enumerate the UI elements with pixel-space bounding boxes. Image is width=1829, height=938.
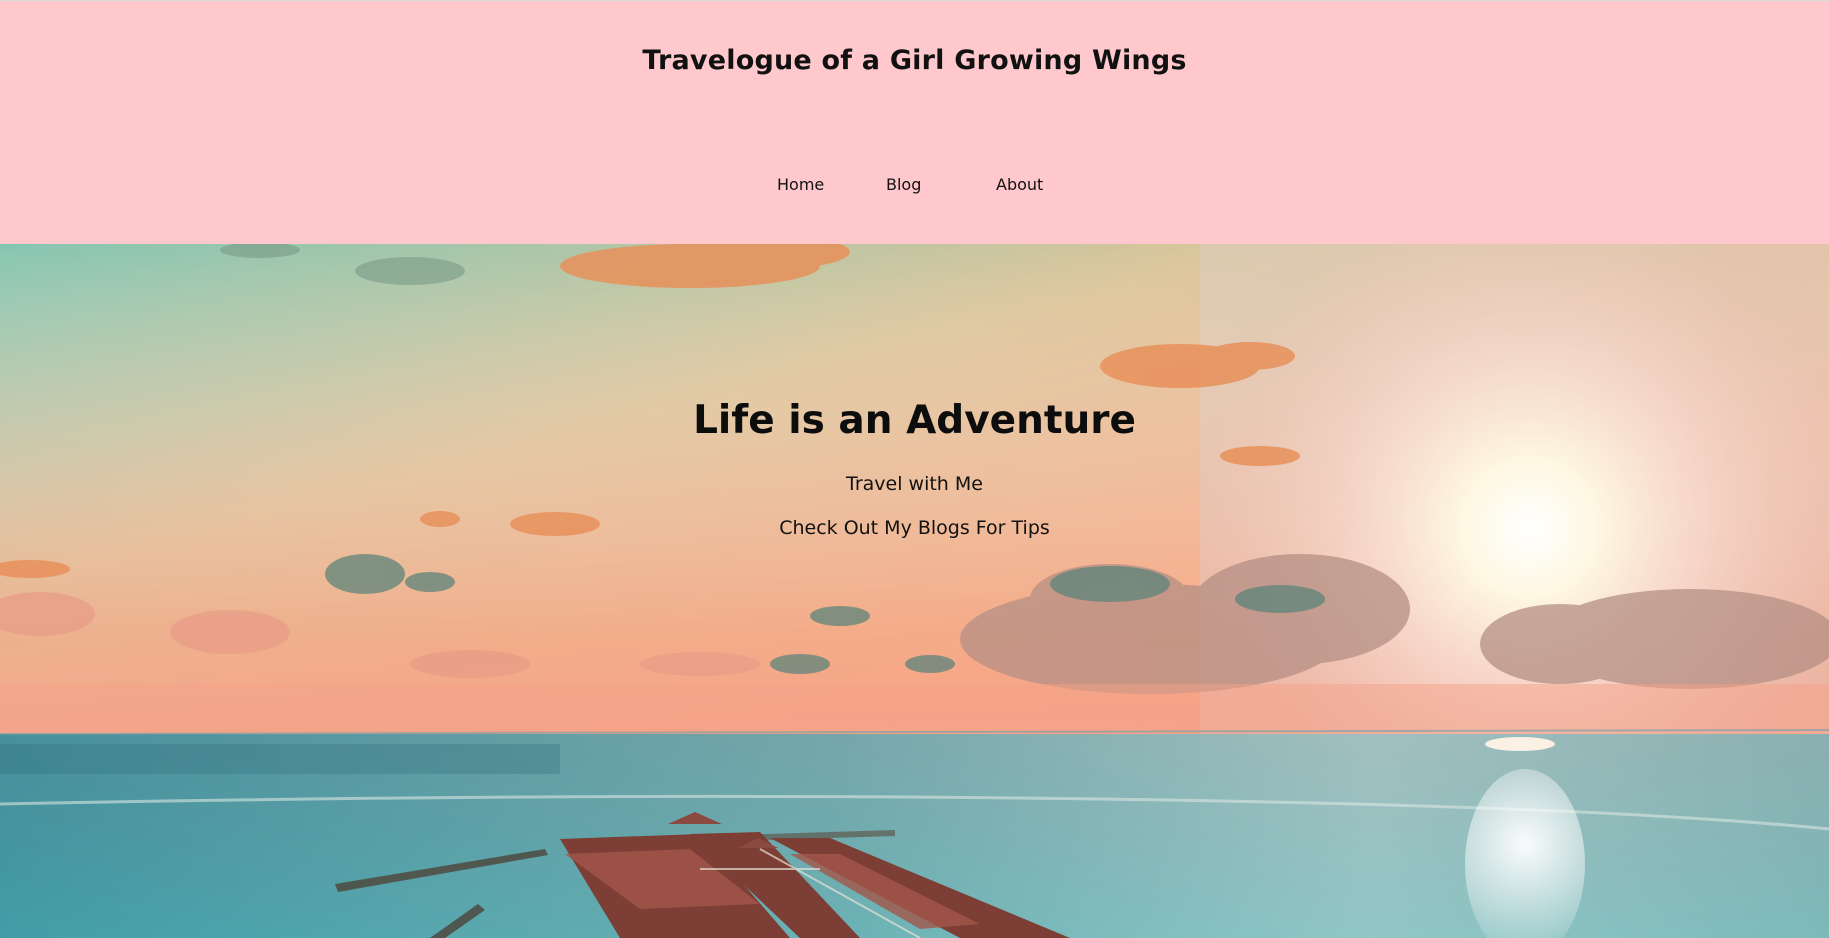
hero-background-image bbox=[0, 244, 1829, 938]
hero-subtext: Check Out My Blogs For Tips bbox=[779, 517, 1050, 539]
nav-link-about[interactable]: About bbox=[996, 175, 1043, 194]
main-nav: Home Blog About bbox=[0, 175, 1829, 197]
hero-heading: Life is an Adventure bbox=[693, 398, 1136, 443]
page: Travelogue of a Girl Growing Wings Home … bbox=[0, 0, 1829, 938]
nav-link-blog[interactable]: Blog bbox=[886, 175, 921, 194]
nav-link-home[interactable]: Home bbox=[777, 175, 824, 194]
hero-tagline: Travel with Me bbox=[846, 473, 983, 495]
hero-section: Life is an Adventure Travel with Me Chec… bbox=[0, 244, 1829, 938]
site-title: Travelogue of a Girl Growing Wings bbox=[642, 45, 1187, 76]
site-header: Travelogue of a Girl Growing Wings Home … bbox=[0, 0, 1829, 244]
